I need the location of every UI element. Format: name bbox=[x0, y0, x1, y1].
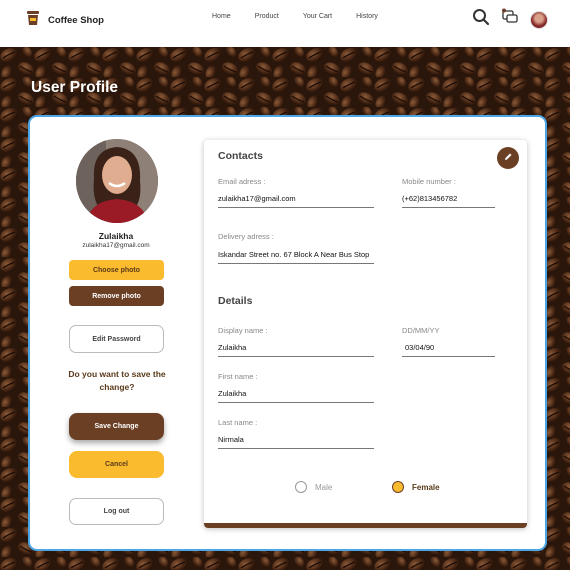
nav-product[interactable]: Product bbox=[255, 13, 279, 20]
chat-icon[interactable] bbox=[501, 8, 519, 31]
app-title: Coffee Shop bbox=[48, 15, 104, 26]
remove-photo-button[interactable]: Remove photo bbox=[69, 286, 164, 306]
delivery-label: Delivery adress : bbox=[218, 232, 274, 241]
radio-selected-icon bbox=[392, 481, 404, 493]
gender-female-label: Female bbox=[412, 482, 440, 492]
search-icon[interactable] bbox=[472, 8, 490, 31]
dob-field[interactable]: 03/04/90 bbox=[402, 343, 495, 357]
last-name-field[interactable]: Nirmala bbox=[218, 435, 374, 449]
profile-card: Zulaikha zulaikha17@gmail.com Choose pho… bbox=[28, 115, 547, 551]
edit-profile-button[interactable] bbox=[497, 147, 519, 169]
page-title: User Profile bbox=[31, 79, 119, 96]
radio-unselected-icon bbox=[295, 481, 307, 493]
logout-button[interactable]: Log out bbox=[69, 498, 164, 525]
gender-female-option[interactable]: Female bbox=[392, 481, 440, 493]
avatar[interactable] bbox=[530, 10, 548, 29]
profile-email: zulaikha17@gmail.com bbox=[82, 242, 150, 249]
profile-name: Zulaikha bbox=[98, 231, 134, 241]
delivery-field[interactable]: Iskandar Street no. 67 Block A Near Bus … bbox=[218, 250, 374, 264]
save-change-button[interactable]: Save Change bbox=[69, 413, 164, 440]
pencil-icon bbox=[503, 149, 513, 167]
save-question: Do you want to save the change? bbox=[68, 369, 166, 392]
profile-column: Zulaikha zulaikha17@gmail.com Choose pho… bbox=[30, 117, 202, 549]
last-name-label: Last name : bbox=[218, 418, 258, 427]
first-name-label: First name : bbox=[218, 372, 258, 381]
logo[interactable]: Coffee Shop bbox=[26, 10, 104, 31]
top-header: Coffee Shop Home Product Your Cart Histo… bbox=[0, 0, 570, 47]
main-nav: Home Product Your Cart History bbox=[212, 13, 402, 20]
email-field[interactable]: zulaikha17@gmail.com bbox=[218, 194, 374, 208]
nav-history[interactable]: History bbox=[356, 13, 378, 20]
mobile-field[interactable]: (+62)813456782 bbox=[402, 194, 495, 208]
contacts-heading: Contacts bbox=[218, 150, 263, 162]
choose-photo-button[interactable]: Choose photo bbox=[69, 260, 164, 280]
coffee-cup-icon bbox=[26, 10, 40, 31]
dob-label: DD/MM/YY bbox=[402, 326, 440, 335]
cancel-button[interactable]: Cancel bbox=[69, 451, 164, 478]
mobile-label: Mobile number : bbox=[402, 177, 456, 186]
gender-male-label: Male bbox=[315, 482, 333, 492]
header-icons bbox=[472, 8, 548, 31]
display-name-field[interactable]: Zulaikha bbox=[218, 343, 374, 357]
first-name-field[interactable]: Zulaikha bbox=[218, 389, 374, 403]
details-panel: Contacts Email adress : zulaikha17@gmail… bbox=[204, 140, 527, 528]
email-label: Email adress : bbox=[218, 177, 266, 186]
edit-password-button[interactable]: Edit Password bbox=[69, 325, 164, 353]
details-heading: Details bbox=[218, 295, 253, 307]
profile-photo bbox=[76, 139, 158, 223]
nav-your-cart[interactable]: Your Cart bbox=[303, 13, 332, 20]
panel-bottom-bar bbox=[204, 523, 527, 528]
nav-home[interactable]: Home bbox=[212, 13, 231, 20]
display-name-label: Display name : bbox=[218, 326, 268, 335]
gender-male-option[interactable]: Male bbox=[295, 481, 332, 493]
